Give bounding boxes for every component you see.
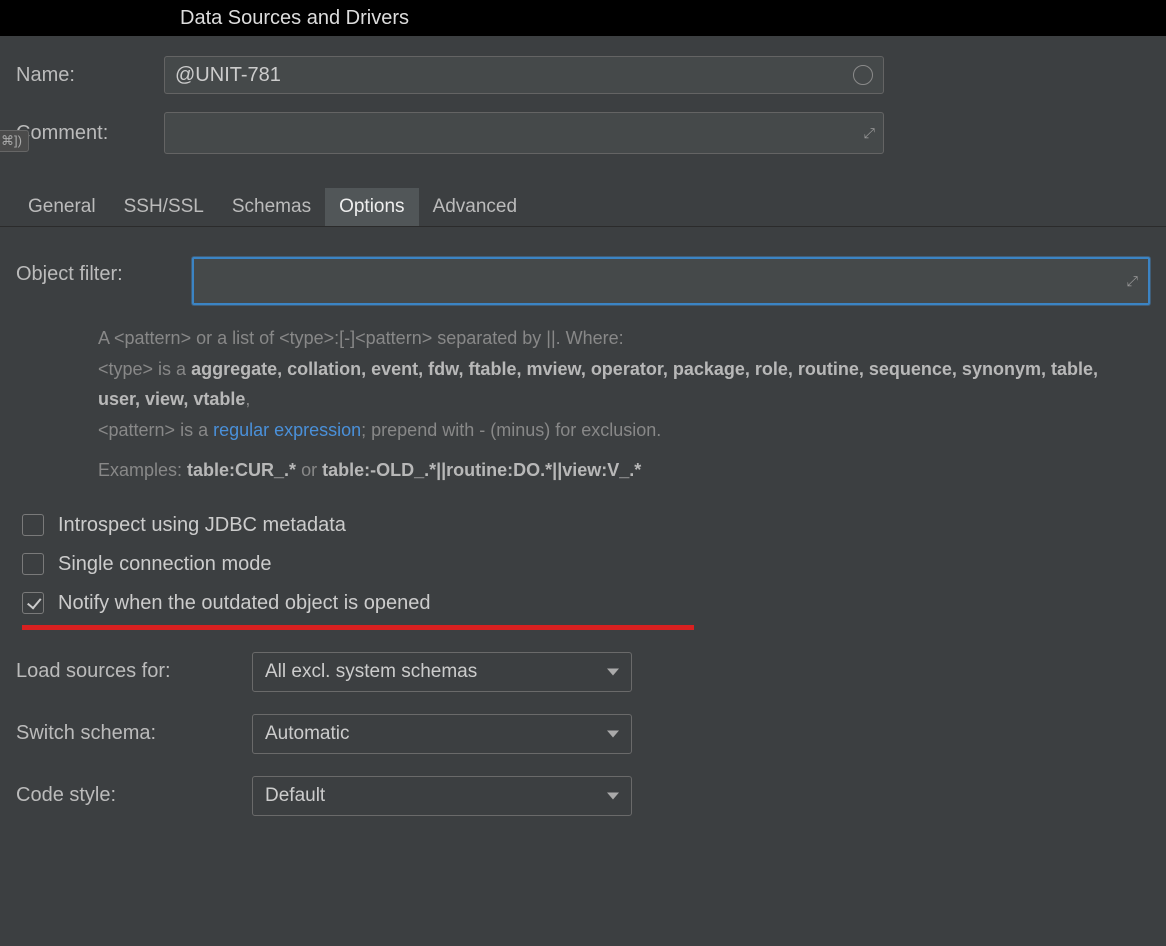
single-connection-label: Single connection mode [58,553,271,576]
code-style-dropdown[interactable]: Default [252,776,632,816]
name-input-value: @UNIT-781 [175,64,281,87]
comment-input[interactable]: ⤢ [164,112,884,154]
single-connection-checkbox[interactable] [22,553,44,575]
chevron-down-icon [607,792,619,799]
object-filter-input[interactable]: ⤢ [192,257,1150,305]
chevron-down-icon [607,668,619,675]
color-circle-icon[interactable] [853,65,873,85]
tab-advanced[interactable]: Advanced [419,188,532,226]
switch-schema-value: Automatic [265,723,349,745]
load-sources-label: Load sources for: [16,660,252,683]
code-style-value: Default [265,785,325,807]
object-filter-label: Object filter: [16,257,192,286]
load-sources-value: All excl. system schemas [265,661,477,683]
window-title: Data Sources and Drivers [180,7,409,30]
load-sources-row: Load sources for: All excl. system schem… [16,652,1150,692]
introspect-jdbc-row: Introspect using JDBC metadata [22,514,1150,537]
help-line-1: A <pattern> or a list of <type>:[-]<patt… [98,323,1138,354]
introspect-jdbc-checkbox[interactable] [22,514,44,536]
help-line-3: <pattern> is a regular expression; prepe… [98,415,1138,446]
regex-link[interactable]: regular expression [213,420,361,440]
tab-ssh-ssl[interactable]: SSH/SSL [110,188,218,226]
tab-schemas[interactable]: Schemas [218,188,325,226]
switch-schema-dropdown[interactable]: Automatic [252,714,632,754]
code-style-label: Code style: [16,784,252,807]
tab-general[interactable]: General [14,188,110,226]
comment-label: Comment: [16,122,164,145]
expand-icon[interactable]: ⤢ [1127,273,1138,290]
switch-schema-row: Switch schema: Automatic [16,714,1150,754]
name-input[interactable]: @UNIT-781 [164,56,884,94]
notify-outdated-label: Notify when the outdated object is opene… [58,592,430,615]
name-label: Name: [16,64,164,87]
notify-outdated-checkbox[interactable] [22,592,44,614]
introspect-jdbc-label: Introspect using JDBC metadata [58,514,346,537]
code-style-row: Code style: Default [16,776,1150,816]
object-filter-row: Object filter: ⤢ [16,257,1150,305]
options-panel: Object filter: ⤢ A <pattern> or a list o… [0,227,1166,848]
comment-row: Comment: ⤢ [16,112,1150,154]
tab-bar: General SSH/SSL Schemas Options Advanced [0,188,1166,227]
help-line-2: <type> is a aggregate, collation, event,… [98,354,1138,415]
checkbox-group: Introspect using JDBC metadata Single co… [16,514,1150,630]
header-form: ⌘]) Name: @UNIT-781 Comment: ⤢ [0,36,1166,182]
load-sources-dropdown[interactable]: All excl. system schemas [252,652,632,692]
help-examples: Examples: table:CUR_.* or table:-OLD_.*|… [98,455,1138,486]
name-row: Name: @UNIT-781 [16,56,1150,94]
tab-options[interactable]: Options [325,188,418,226]
object-filter-help: A <pattern> or a list of <type>:[-]<patt… [98,323,1138,486]
notify-outdated-row: Notify when the outdated object is opene… [22,592,1150,615]
highlight-underline [22,625,694,630]
expand-icon[interactable]: ⤢ [864,125,875,142]
single-connection-row: Single connection mode [22,553,1150,576]
switch-schema-label: Switch schema: [16,722,252,745]
titlebar: Data Sources and Drivers [0,0,1166,36]
shortcut-hint-badge: ⌘]) [0,130,29,152]
chevron-down-icon [607,730,619,737]
